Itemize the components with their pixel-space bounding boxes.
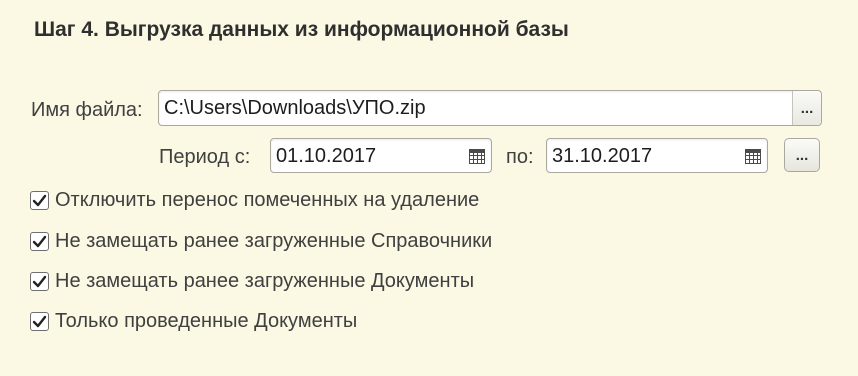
option-disable-deleted[interactable]: Отключить перенос помеченных на удаление (30, 189, 479, 212)
checkmark-icon (32, 235, 47, 248)
checkmark-icon (32, 275, 47, 288)
period-to-value: 31.10.2017 (552, 145, 653, 167)
checkbox[interactable] (30, 272, 49, 291)
option-label: Только проведенные Документы (55, 310, 358, 332)
calendar-icon (745, 148, 761, 164)
period-from-label: Период с: (159, 146, 251, 168)
period-select-button[interactable]: ... (784, 138, 820, 172)
option-keep-documents[interactable]: Не замещать ранее загруженные Документы (30, 270, 474, 293)
option-posted-only[interactable]: Только проведенные Документы (30, 310, 357, 333)
period-from-calendar-button[interactable] (466, 143, 488, 169)
period-to-label: по: (506, 146, 534, 168)
file-name-label: Имя файла: (31, 99, 143, 121)
checkmark-icon (32, 194, 47, 207)
option-keep-catalogs[interactable]: Не замещать ранее загруженные Справочник… (30, 230, 492, 253)
option-label: Отключить перенос помеченных на удаление (55, 189, 480, 211)
file-name-field[interactable]: C:\Users\Downloads\УПО.zip ... (158, 90, 822, 126)
step-title: Шаг 4. Выгрузка данных из информационной… (34, 18, 569, 41)
option-label: Не замещать ранее загруженные Документы (55, 270, 475, 292)
period-from-value: 01.10.2017 (276, 145, 377, 167)
file-name-value: C:\Users\Downloads\УПО.zip (164, 97, 426, 119)
checkbox[interactable] (30, 191, 49, 210)
period-to-calendar-button[interactable] (742, 143, 764, 169)
period-to-field[interactable]: 31.10.2017 (546, 138, 768, 173)
option-label: Не замещать ранее загруженные Справочник… (55, 230, 493, 252)
checkbox[interactable] (30, 312, 49, 331)
checkmark-icon (32, 315, 47, 328)
checkbox[interactable] (30, 232, 49, 251)
calendar-icon (469, 148, 485, 164)
period-from-field[interactable]: 01.10.2017 (270, 138, 492, 173)
file-select-button[interactable]: ... (792, 91, 821, 125)
